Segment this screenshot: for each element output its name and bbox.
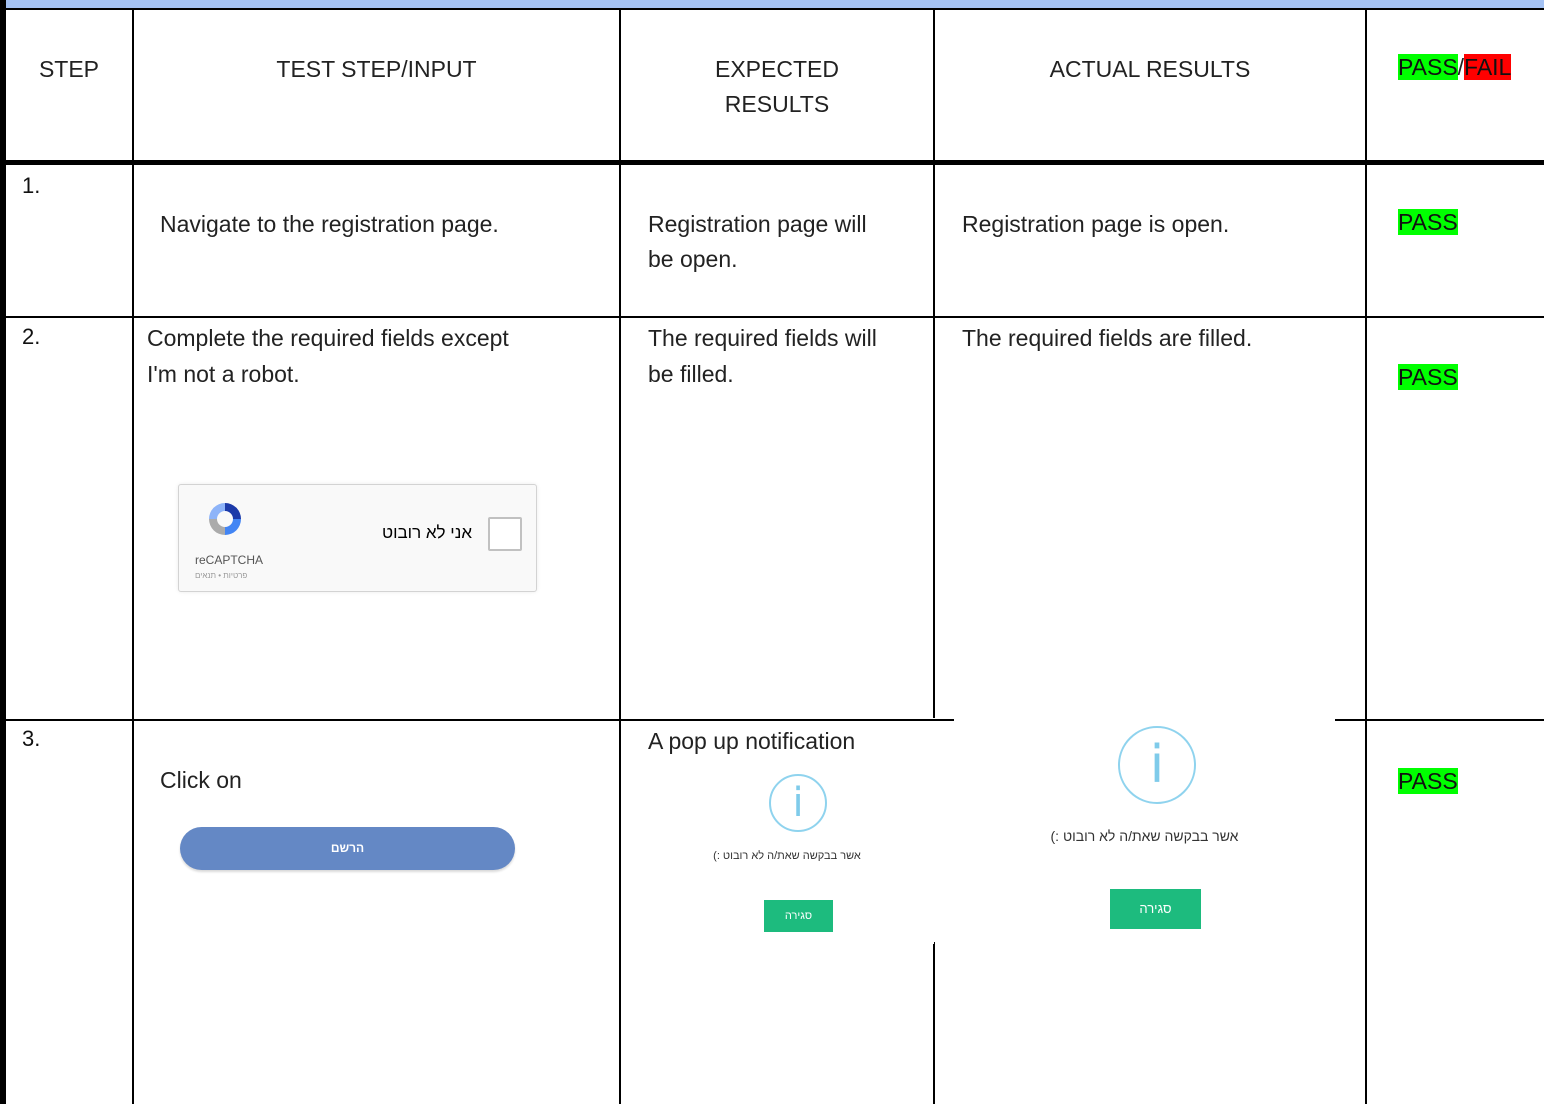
- expected-popup: i אשר בבקשה שאת/ה לא רובוט :) סגירה: [640, 758, 934, 944]
- row-3-input: Click on: [160, 767, 242, 793]
- row-1-expected-line2: be open.: [648, 246, 738, 272]
- row-1-pass: PASS: [1398, 209, 1458, 235]
- header-pass-fail: PASS/FAIL: [1398, 52, 1512, 82]
- row-1-num: 1.: [22, 173, 41, 198]
- row-2-expected-line1: The required fields will: [648, 325, 877, 351]
- expected-popup-info-icon: i: [769, 774, 827, 832]
- actual-popup-info-icon: i: [1118, 726, 1196, 804]
- row-2-actual: The required fields are filled.: [962, 325, 1253, 351]
- register-button[interactable]: הרשם: [180, 827, 515, 870]
- row-2-input-line1: Complete the required fields except: [147, 325, 509, 351]
- header-step: STEP: [38, 56, 100, 82]
- row-3-num: 3.: [22, 726, 41, 751]
- header-expected-line2: RESULTS: [724, 91, 830, 117]
- row-2-expected: The required fields will be filled.: [648, 320, 877, 392]
- row-2-bottom-border-left: [0, 719, 954, 721]
- row-2-bottom-border-right: [1335, 719, 1544, 721]
- col-divider-3b: [933, 942, 935, 1104]
- recaptcha-brand: reCAPTCHA: [195, 553, 264, 567]
- recaptcha-widget: אני לא רובוט reCAPTCHA פרטיות • תנאים: [178, 484, 537, 592]
- header-expected: EXPECTED RESULTS: [621, 52, 933, 122]
- header-test-step: TEST STEP/INPUT: [276, 56, 477, 82]
- row-2-pass: PASS: [1398, 364, 1458, 390]
- actual-popup-message: אשר בבקשה שאת/ה לא רובוט :): [1050, 828, 1239, 844]
- recaptcha-label: אני לא רובוט: [381, 523, 472, 542]
- row-2-result: PASS: [1398, 362, 1458, 392]
- recaptcha-checkbox[interactable]: [488, 517, 522, 551]
- row-2-input: Complete the required fields except I'm …: [147, 320, 509, 392]
- row-2-expected-line2: be filled.: [648, 361, 734, 387]
- header-actual: ACTUAL RESULTS: [1049, 56, 1251, 82]
- row-3-pass: PASS: [1398, 768, 1458, 794]
- row-2-input-line2: I'm not a robot.: [147, 361, 300, 387]
- actual-popup: i אשר בבקשה שאת/ה לא רובוט :) סגירה: [954, 708, 1335, 944]
- recaptcha-privacy-terms: פרטיות • תנאים: [195, 571, 248, 580]
- header-band: [0, 0, 1544, 10]
- table-left-border: [0, 0, 6, 1104]
- row-1-bottom-border: [0, 316, 1544, 318]
- row-2-num: 2.: [22, 324, 41, 349]
- expected-popup-message: אשר בבקשה שאת/ה לא רובוט :): [713, 850, 861, 862]
- row-1-result: PASS: [1398, 207, 1458, 237]
- row-1-input: Navigate to the registration page.: [160, 211, 499, 237]
- actual-popup-close-button[interactable]: סגירה: [1110, 889, 1201, 929]
- header-fail: FAIL: [1464, 54, 1512, 80]
- expected-popup-close-button[interactable]: סגירה: [764, 900, 833, 932]
- recaptcha-logo-icon: [209, 503, 241, 535]
- row-1-expected-line1: Registration page will: [648, 211, 867, 237]
- header-bottom-border: [0, 160, 1544, 165]
- row-3-expected: A pop up notification: [648, 728, 856, 754]
- row-3-result: PASS: [1398, 766, 1458, 796]
- row-1-actual: Registration page is open.: [962, 211, 1230, 237]
- col-divider-2: [619, 10, 621, 1104]
- header-expected-line1: EXPECTED: [715, 56, 839, 82]
- header-pass: PASS: [1398, 54, 1458, 80]
- col-divider-3a: [933, 10, 935, 718]
- col-divider-1: [132, 10, 134, 1104]
- col-divider-4: [1365, 10, 1367, 1104]
- row-1-expected: Registration page will be open.: [648, 207, 867, 277]
